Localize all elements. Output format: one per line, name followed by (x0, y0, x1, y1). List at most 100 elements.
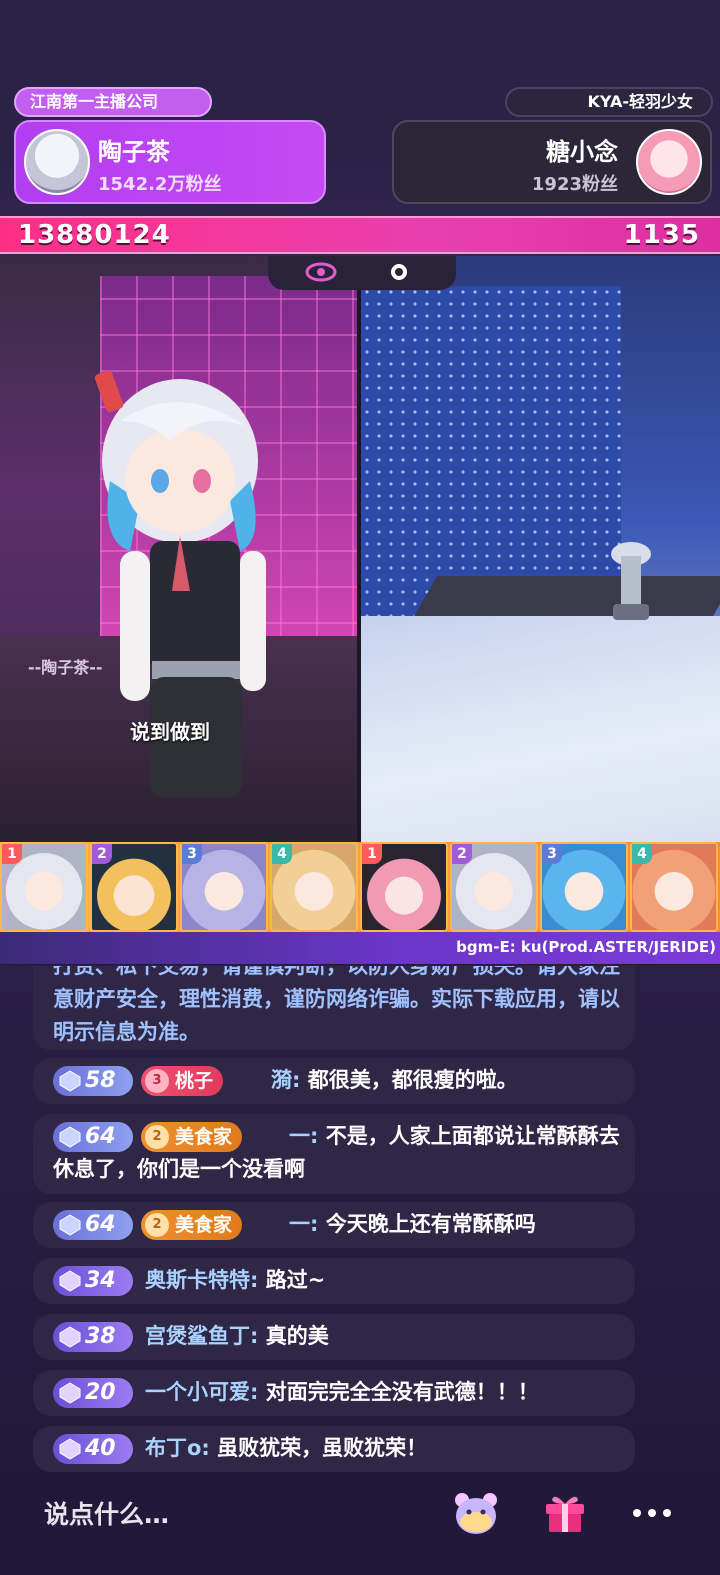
message-body: 布丁o: 虽败犹荣，虽败犹荣！ (145, 1432, 615, 1465)
message-user[interactable]: 漪: (271, 1068, 300, 1092)
rank-number: 4 (632, 844, 652, 864)
fan-club-name: 桃子 (175, 1070, 214, 1092)
right-score: 1135 (623, 220, 700, 250)
gem-icon (59, 1382, 81, 1404)
user-level-badge: 38 (53, 1322, 133, 1352)
gem-icon (59, 1070, 81, 1092)
opponent-fans: 1923粉丝 (531, 174, 618, 195)
fan-club-badge: 3 桃子 (141, 1066, 224, 1096)
message-body: 宫煲鲨鱼丁: 真的美 (145, 1320, 615, 1353)
rank-avatar[interactable]: 1 (0, 842, 88, 932)
rank-avatar[interactable]: 3 (540, 842, 628, 932)
gem-icon (59, 1214, 81, 1236)
message-user[interactable]: 宫煲鲨鱼丁: (145, 1324, 258, 1348)
bgm-text: bgm-E: ku(Prod.ASTER/JERIDE) (456, 938, 716, 956)
bear-icon[interactable] (452, 1488, 500, 1536)
user-level: 40 (85, 1436, 116, 1461)
more-icon[interactable] (632, 1508, 672, 1518)
user-level: 38 (85, 1324, 116, 1349)
opponent-avatar[interactable] (636, 129, 702, 195)
host-card[interactable]: 陶子茶 1542.2万粉丝 (14, 120, 326, 204)
chat-message[interactable]: 64 2 美食家 一: 今天晚上还有常酥酥吗 (33, 1202, 635, 1248)
rank-number: 2 (452, 844, 472, 864)
message-user[interactable]: 奥斯卡特特: (145, 1268, 258, 1292)
chat-message[interactable]: 58 3 桃子 漪: 都很美，都很瘦的啦。 (33, 1058, 635, 1104)
host-character (94, 370, 266, 797)
user-level-badge: 64 (53, 1210, 133, 1240)
rank-avatar[interactable]: 4 (270, 842, 358, 932)
host-avatar[interactable] (24, 129, 90, 195)
opponent-name: 糖小念 (546, 138, 618, 166)
video-caption-name: --陶子茶-- (28, 658, 103, 677)
chat-message[interactable]: 34 奥斯卡特特: 路过~ (33, 1258, 635, 1304)
stage-spotlight (611, 542, 651, 620)
user-level: 64 (85, 1212, 116, 1237)
agency-tag[interactable]: 江南第一主播公司 (14, 87, 212, 117)
left-score: 13880124 (18, 220, 171, 250)
user-level-badge: 58 (53, 1066, 133, 1096)
opponent-video[interactable] (361, 256, 720, 842)
rank-number: 1 (362, 844, 382, 864)
rank-number: 2 (92, 844, 112, 864)
message-body: 漪: 都很美，都很瘦的啦。 (271, 1064, 621, 1097)
message-body: 一: 不是，人家上面都说让常酥酥去休息了，你们是一个没看啊 (53, 1120, 623, 1186)
message-text: 都很美，都很瘦的啦。 (307, 1068, 518, 1092)
message-body: 一: 今天晚上还有常酥酥吗 (289, 1208, 629, 1241)
fan-club-badge: 2 美食家 (141, 1210, 243, 1240)
message-text: 不是，人家上面都说让常酥酥去休息了，你们是一个没看啊 (53, 1124, 620, 1181)
chat-input[interactable]: 说点什么… (44, 1495, 169, 1531)
chat-message[interactable]: 20 一个小可爱: 对面完完全全没有武德！！！ (33, 1370, 635, 1416)
message-text: 今天晚上还有常酥酥吗 (325, 1212, 536, 1236)
host-name: 陶子茶 (98, 138, 170, 166)
opponent-agency-tag[interactable]: KYA-轻羽少女 (505, 87, 713, 117)
user-level: 20 (85, 1380, 116, 1405)
rank-avatar[interactable]: 1 (360, 842, 448, 932)
host-video[interactable]: --陶子茶-- 说到做到 (0, 256, 357, 842)
eye-icon[interactable] (305, 262, 337, 282)
fan-club-name: 美食家 (175, 1214, 233, 1236)
message-user[interactable]: 一: (289, 1212, 318, 1236)
rank-avatar[interactable]: 2 (90, 842, 178, 932)
rank-number: 4 (272, 844, 292, 864)
video-lyric: 说到做到 (130, 720, 210, 744)
rank-avatar[interactable]: 2 (450, 842, 538, 932)
message-text: 虽败犹荣，虽败犹荣！ (217, 1436, 428, 1460)
gift-icon[interactable] (542, 1490, 588, 1534)
rank-number: 3 (182, 844, 202, 864)
heart-icon: 2 (145, 1213, 169, 1237)
record-dot-icon[interactable] (390, 263, 408, 281)
gift-rank-strip: 1 2 3 4 1 2 3 4 (0, 842, 720, 932)
rank-number: 1 (2, 844, 22, 864)
chat-message[interactable]: 64 2 美食家 一: 不是，人家上面都说让常酥酥去休息了，你们是一个没看啊 (33, 1114, 635, 1194)
system-notice: 打赏、私下交易，请谨慎判断，以防人身财产损失。请大家注意财产安全，理性消费，谨防… (33, 966, 635, 1050)
video-tab (268, 256, 456, 290)
message-text: 真的美 (265, 1324, 329, 1348)
message-body: 一个小可爱: 对面完完全全没有武德！！！ (145, 1376, 625, 1409)
user-level-badge: 40 (53, 1434, 133, 1464)
message-text: 路过~ (265, 1268, 326, 1292)
pk-score-bar: 13880124 1135 (0, 216, 720, 254)
notice-text: 打赏、私下交易，请谨慎判断，以防人身财产损失。请大家注意财产安全，理性消费，谨防… (53, 966, 620, 1044)
message-user[interactable]: 一个小可爱: (145, 1380, 258, 1404)
user-level: 58 (85, 1068, 116, 1093)
user-level-badge: 34 (53, 1266, 133, 1296)
gem-icon (59, 1270, 81, 1292)
bgm-bar: bgm-E: ku(Prod.ASTER/JERIDE) (0, 932, 720, 964)
rank-avatar[interactable]: 4 (630, 842, 718, 932)
message-text: 对面完完全全没有武德！！！ (265, 1380, 539, 1404)
heart-icon: 3 (145, 1069, 169, 1093)
gem-icon (59, 1438, 81, 1460)
host-fans: 1542.2万粉丝 (98, 174, 222, 195)
rank-avatar[interactable]: 3 (180, 842, 268, 932)
chat-message[interactable]: 40 布丁o: 虽败犹荣，虽败犹荣！ (33, 1426, 635, 1472)
user-level-badge: 20 (53, 1378, 133, 1408)
stage-floor (361, 616, 720, 842)
opponent-card[interactable]: 糖小念 1923粉丝 (392, 120, 712, 204)
gem-icon (59, 1326, 81, 1348)
message-user[interactable]: 一: (289, 1124, 318, 1148)
chat-message[interactable]: 38 宫煲鲨鱼丁: 真的美 (33, 1314, 635, 1360)
rank-number: 3 (542, 844, 562, 864)
user-level: 34 (85, 1268, 116, 1293)
message-user[interactable]: 布丁o: (145, 1436, 210, 1460)
message-body: 奥斯卡特特: 路过~ (145, 1264, 615, 1297)
